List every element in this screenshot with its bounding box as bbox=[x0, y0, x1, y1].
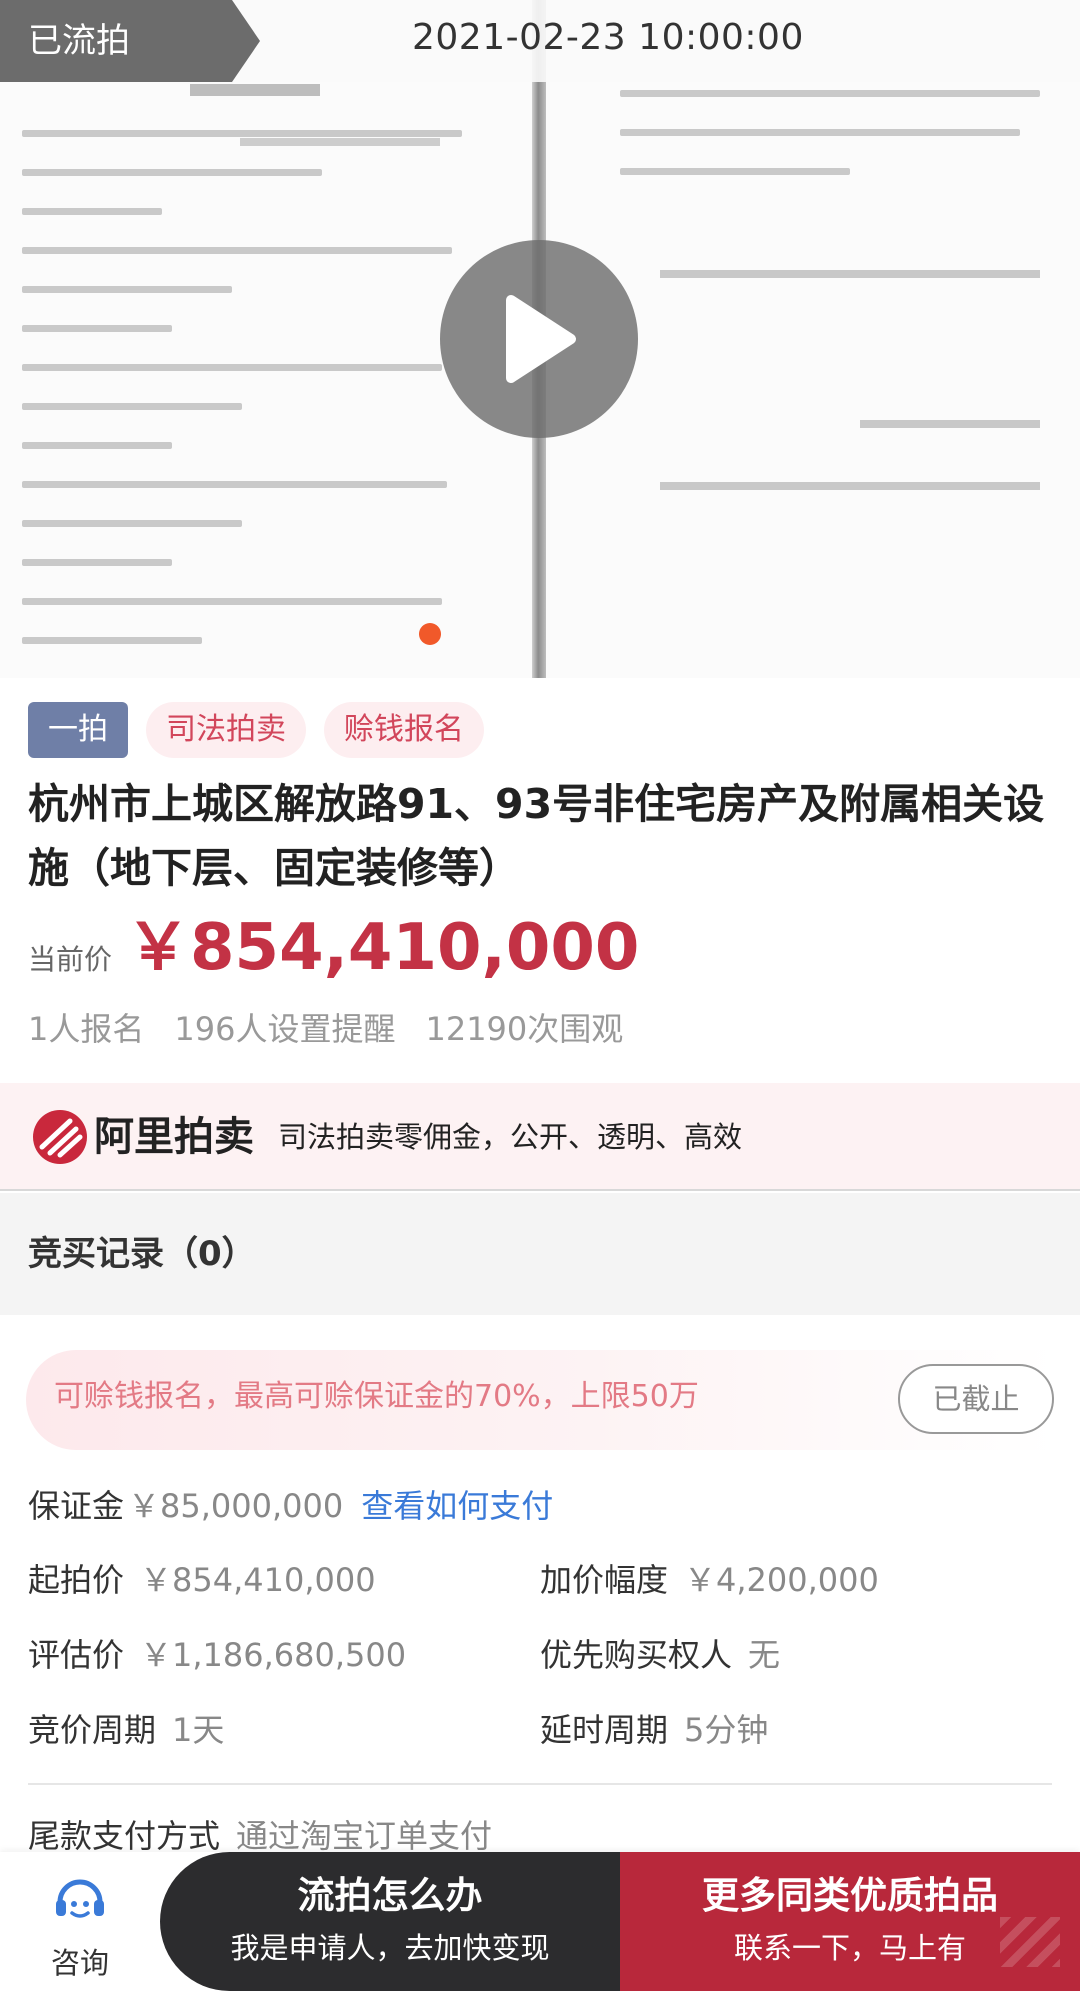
appraisal-row: 评估价 ￥1,186,680,500 bbox=[28, 1633, 406, 1677]
delay-row: 延时周期 5分钟 bbox=[540, 1708, 768, 1752]
status-badge: 已流拍 bbox=[0, 0, 260, 82]
deposit-label: 保证金 bbox=[28, 1487, 125, 1525]
cycle-label: 竞价周期 bbox=[28, 1711, 157, 1749]
start-price-label: 起拍价 bbox=[28, 1561, 125, 1599]
priority-row: 优先购买权人无 bbox=[540, 1633, 780, 1677]
tag-round: 一拍 bbox=[28, 702, 128, 758]
start-price-value: ￥854,410,000 bbox=[140, 1561, 376, 1599]
current-price: 当前价 ￥854,410,000 bbox=[28, 908, 639, 988]
deposit-value: ￥85,000,000 bbox=[128, 1487, 344, 1525]
more-similar-items-title: 更多同类优质拍品 bbox=[702, 1874, 998, 1917]
price-value: ￥854,410,000 bbox=[126, 911, 640, 985]
auction-time: 2021-02-23 10:00:00 bbox=[412, 17, 804, 58]
how-to-pay-link[interactable]: 查看如何支付 bbox=[361, 1487, 553, 1525]
appraisal-value: ￥1,186,680,500 bbox=[140, 1636, 407, 1674]
bid-records-title: 竞买记录（0） bbox=[28, 1234, 256, 1274]
failed-auction-help-button[interactable]: 流拍怎么办 我是申请人，去加快变现 bbox=[160, 1852, 620, 1991]
delay-value: 5分钟 bbox=[684, 1711, 769, 1749]
payment-method-label: 尾款支付方式 bbox=[28, 1817, 221, 1855]
platform-banner: 阿里拍卖 司法拍卖零佣金，公开、透明、高效 bbox=[0, 1083, 1080, 1191]
start-price-row: 起拍价 ￥854,410,000 bbox=[28, 1558, 376, 1602]
logo-text: 阿里拍卖 bbox=[94, 1114, 254, 1160]
consult-button[interactable]: 咨询 bbox=[30, 1872, 130, 1982]
priority-label: 优先购买权人 bbox=[540, 1636, 733, 1674]
headset-icon bbox=[56, 1879, 104, 1918]
ali-auction-logo-icon bbox=[32, 1109, 88, 1165]
appraisal-label: 评估价 bbox=[28, 1636, 125, 1674]
cycle-row: 竞价周期 1天 bbox=[28, 1708, 224, 1752]
increment-label: 加价幅度 bbox=[540, 1561, 669, 1599]
payment-method-value: 通过淘宝订单支付 bbox=[236, 1817, 493, 1855]
increment-row: 加价幅度 ￥4,200,000 bbox=[540, 1558, 879, 1602]
price-label: 当前价 bbox=[28, 943, 113, 976]
consult-label: 咨询 bbox=[50, 1946, 109, 1980]
delay-label: 延时周期 bbox=[540, 1711, 669, 1749]
cycle-value: 1天 bbox=[172, 1711, 225, 1749]
deposit-row: 保证金 ￥85,000,000 查看如何支付 bbox=[28, 1484, 553, 1528]
tag-list: 一拍 司法拍卖 赊钱报名 bbox=[28, 702, 484, 758]
auction-stats: 1人报名 196人设置提醒 12190次围观 bbox=[28, 1004, 623, 1050]
view-count: 12190次围观 bbox=[425, 1010, 624, 1048]
info-divider bbox=[28, 1783, 1052, 1785]
tag-judicial-auction: 司法拍卖 bbox=[146, 702, 306, 758]
item-title: 杭州市上城区解放路91、93号非住宅房产及附属相关设施（地下层、固定装修等） bbox=[28, 780, 1045, 892]
bottom-action-bar: 咨询 流拍怎么办 我是申请人，去加快变现 更多同类优质拍品 联系一下，马上有 bbox=[0, 1852, 1080, 1991]
priority-value: 无 bbox=[748, 1636, 781, 1674]
reminder-count: 196人设置提醒 bbox=[174, 1010, 396, 1048]
failed-auction-help-title: 流拍怎么办 bbox=[297, 1874, 483, 1917]
increment-value: ￥4,200,000 bbox=[684, 1561, 879, 1599]
tag-credit-signup: 赊钱报名 bbox=[324, 702, 484, 758]
more-similar-items-button[interactable]: 更多同类优质拍品 联系一下，马上有 bbox=[620, 1852, 1080, 1991]
credit-notice-text: 可赊钱报名，最高可赊保证金的70%，上限50万 bbox=[54, 1379, 699, 1414]
failed-auction-help-subtitle: 我是申请人，去加快变现 bbox=[230, 1931, 550, 1965]
play-icon[interactable] bbox=[440, 240, 638, 438]
banner-slogan: 司法拍卖零佣金，公开、透明、高效 bbox=[278, 1120, 743, 1154]
signup-count: 1人报名 bbox=[28, 1010, 145, 1048]
progress-dot bbox=[419, 623, 441, 645]
decorative-stripes bbox=[1000, 1917, 1060, 1967]
video-preview[interactable]: 2021-02-23 10:00:00 已流拍 bbox=[0, 0, 1080, 678]
closed-button[interactable]: 已截止 bbox=[898, 1364, 1054, 1434]
bid-records-section[interactable]: 竞买记录（0） bbox=[0, 1193, 1080, 1315]
